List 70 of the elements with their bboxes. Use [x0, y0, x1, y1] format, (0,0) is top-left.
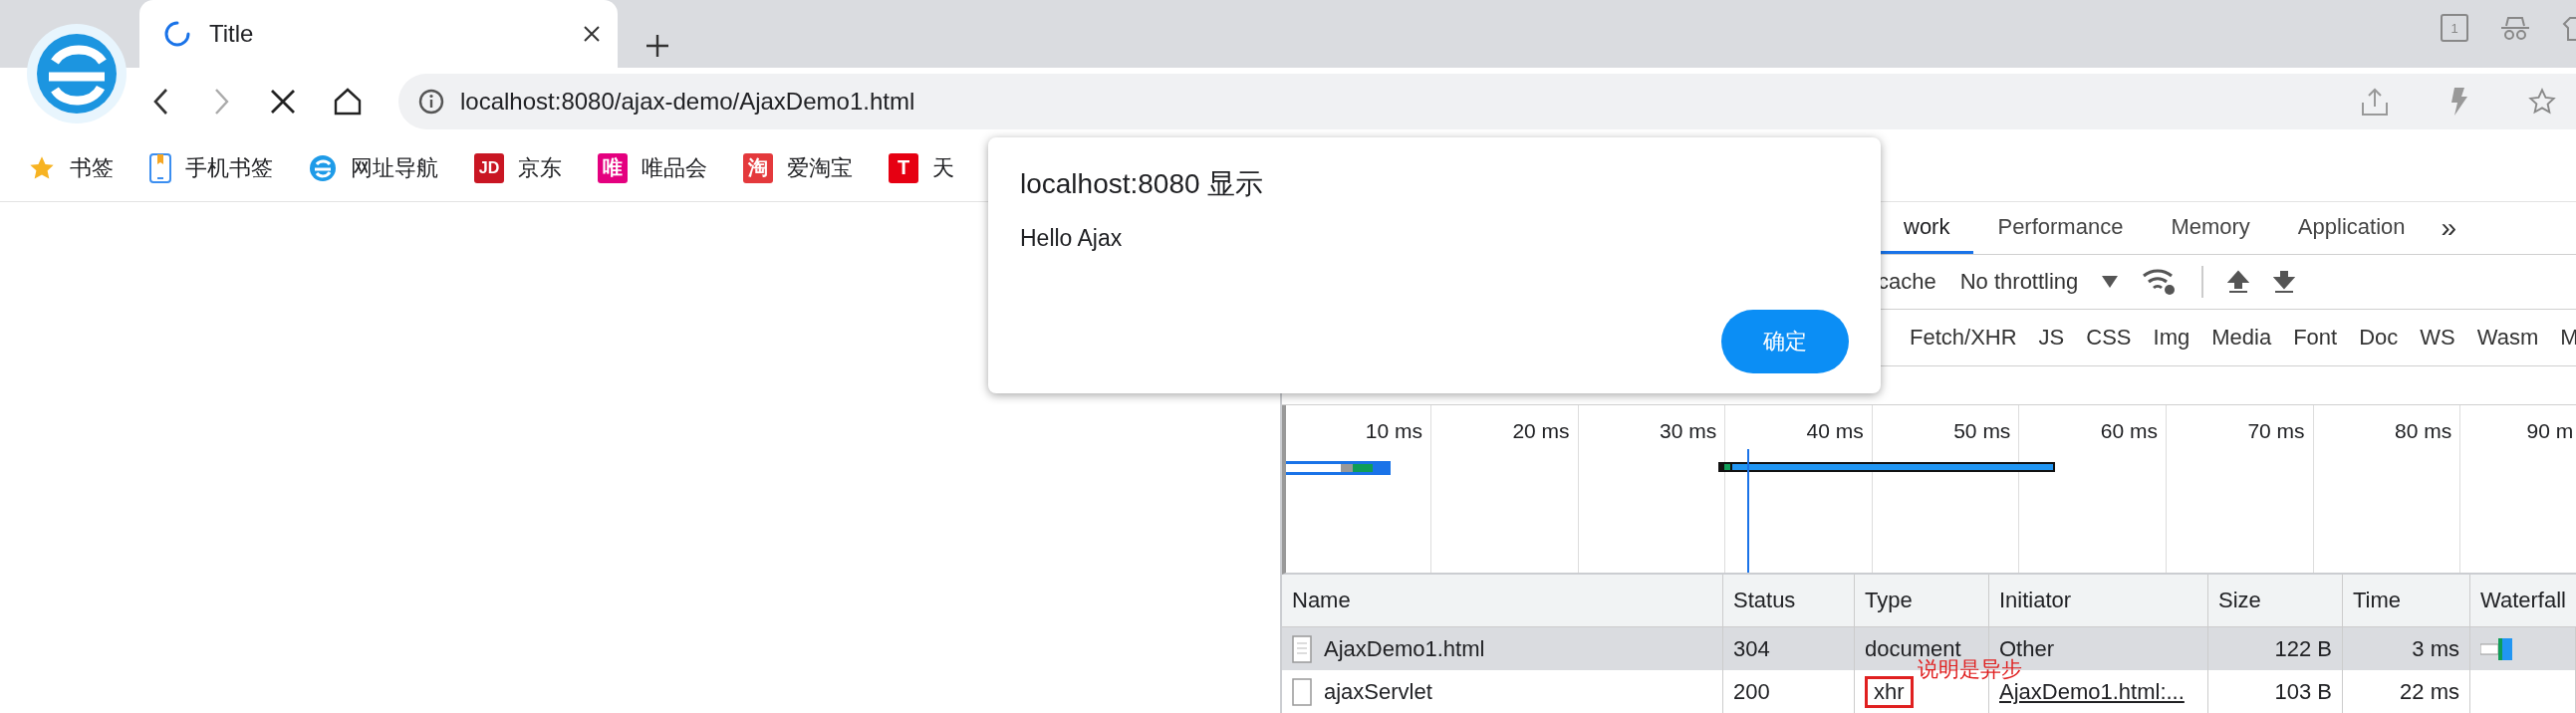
upload-icon[interactable]	[2227, 270, 2250, 294]
time-tick: 70 ms	[2247, 419, 2305, 444]
browser-logo-icon	[25, 22, 129, 125]
url-text: localhost:8080/ajax-demo/AjaxDemo1.html	[460, 87, 916, 116]
file-icon	[1292, 677, 1312, 706]
filter-button[interactable]: Media	[2211, 325, 2272, 351]
home-icon[interactable]	[333, 86, 363, 117]
time-tick: 40 ms	[1806, 419, 1864, 444]
column-header[interactable]: Status	[1723, 575, 1855, 626]
devtools-tab[interactable]: Performance	[1973, 202, 2148, 254]
bookmark-item[interactable]: T 天	[889, 152, 954, 183]
time-tick: 80 ms	[2394, 419, 2452, 444]
site-badge: 唯	[598, 152, 628, 183]
dialog-title: localhost:8080 显示	[1020, 167, 1265, 201]
incognito-icon[interactable]	[2498, 14, 2532, 42]
dropdown-icon[interactable]	[2102, 276, 2119, 288]
filter-button[interactable]: Font	[2293, 325, 2338, 351]
time-tick: 30 ms	[1660, 419, 1717, 444]
bookmark-item[interactable]: 唯 唯品会	[598, 152, 707, 183]
site-badge: JD	[474, 152, 504, 183]
name-cell: ajaxServlet	[1324, 678, 1432, 705]
filter-button[interactable]: JS	[2038, 325, 2065, 351]
phone-bookmark-icon	[149, 152, 171, 183]
filter-button[interactable]: Wasm	[2476, 325, 2539, 351]
name-cell: AjaxDemo1.html	[1324, 635, 1485, 662]
devtools-tab[interactable]: Application	[2273, 202, 2430, 254]
type-cell: xhr	[1865, 675, 1914, 708]
site-badge: T	[889, 152, 918, 183]
time-tick: 10 ms	[1365, 419, 1422, 444]
browser-logo-icon	[309, 153, 337, 182]
column-header[interactable]: Time	[2343, 575, 2470, 626]
column-header[interactable]: Size	[2208, 575, 2343, 626]
time-cell: 22 ms	[2343, 670, 2470, 713]
bookmark-item[interactable]: 网址导航	[309, 152, 438, 183]
stop-icon[interactable]	[269, 87, 297, 116]
bookmark-item[interactable]: 手机书签	[149, 152, 273, 183]
time-tick: 50 ms	[1953, 419, 2011, 444]
time-tick: 60 ms	[2100, 419, 2158, 444]
download-icon[interactable]	[2273, 270, 2296, 294]
column-header[interactable]: Waterfall	[2470, 575, 2576, 626]
more-tabs-button[interactable]: »	[2441, 212, 2457, 244]
bookmark-item[interactable]: JD 京东	[474, 152, 562, 183]
site-badge: 淘	[743, 152, 773, 183]
file-icon	[1292, 634, 1312, 663]
time-tick: 20 ms	[1512, 419, 1570, 444]
tab-title: Title	[209, 20, 255, 48]
size-cell: 103 B	[2208, 670, 2343, 713]
waterfall-bar-icon	[2480, 635, 2514, 662]
devtools-tab[interactable]: Memory	[2147, 202, 2274, 254]
close-icon[interactable]	[582, 24, 602, 44]
filter-button[interactable]: Img	[2153, 325, 2190, 351]
filter-button[interactable]: WS	[2420, 325, 2455, 351]
column-header[interactable]: Initiator	[1989, 575, 2208, 626]
status-cell: 200	[1723, 670, 1855, 713]
time-tick: 90 m	[2526, 419, 2574, 444]
new-tab-icon[interactable]	[644, 32, 671, 60]
filter-button[interactable]: M	[2560, 325, 2576, 351]
filter-button[interactable]: Doc	[2359, 325, 2399, 351]
column-header[interactable]: Name	[1282, 575, 1723, 626]
browser-tab[interactable]: Title	[139, 0, 618, 68]
star-outline-icon[interactable]	[2528, 87, 2556, 116]
filter-button[interactable]: CSS	[2086, 325, 2132, 351]
throttling-select[interactable]: No throttling	[1959, 269, 2079, 295]
info-icon	[418, 88, 444, 115]
column-header[interactable]: Type	[1855, 575, 1989, 626]
bookmark-item[interactable]: 淘 爱淘宝	[743, 152, 853, 183]
address-bar[interactable]: localhost:8080/ajax-demo/AjaxDemo1.html	[398, 73, 2576, 129]
dialog-message: Hello Ajax	[1020, 225, 1124, 252]
bookmark-item[interactable]: 书签	[28, 152, 114, 183]
filter-button[interactable]: Fetch/XHR	[1910, 325, 2017, 351]
